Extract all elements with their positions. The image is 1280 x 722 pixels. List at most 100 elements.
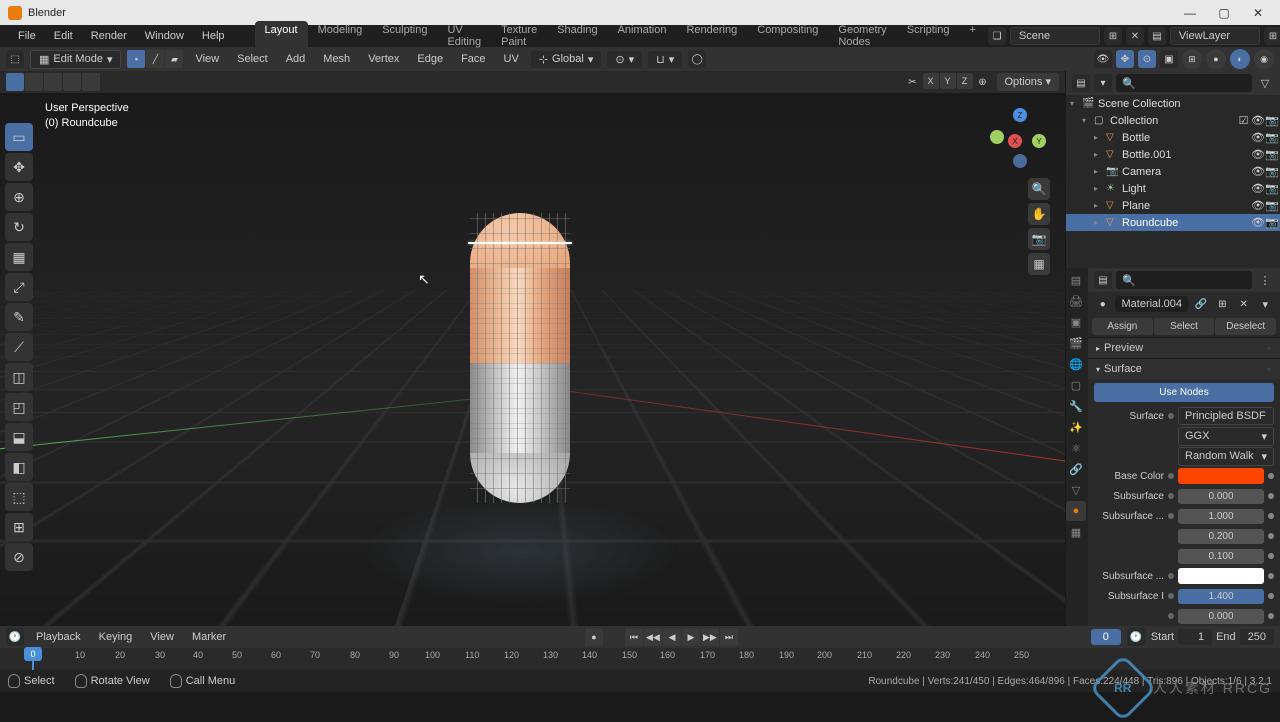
- ptab-texture[interactable]: ▦: [1066, 522, 1086, 542]
- gizmo-neg-z[interactable]: [1013, 154, 1027, 168]
- ws-tab-sculpting[interactable]: Sculpting: [372, 21, 437, 51]
- menu-edge[interactable]: Edge: [411, 51, 449, 67]
- mode-selector[interactable]: ▦ Edit Mode ▾: [30, 50, 121, 69]
- tool-spin[interactable]: ⊘: [5, 543, 33, 571]
- browse-layer-icon[interactable]: ▤: [1148, 27, 1166, 45]
- pivot-dropdown[interactable]: ⊙▾: [607, 51, 642, 68]
- sel-mode-3[interactable]: [44, 73, 62, 91]
- tool-annotate[interactable]: ✎: [5, 303, 33, 331]
- nav-gizmo[interactable]: Z X Y: [990, 108, 1050, 168]
- new-scene-button[interactable]: ⊞: [1104, 27, 1122, 45]
- axis-z-toggle[interactable]: Z: [957, 73, 973, 89]
- ptab-viewlayer[interactable]: ▣: [1066, 312, 1086, 332]
- browse-material-icon[interactable]: ●: [1094, 295, 1111, 313]
- ws-tab-uvediting[interactable]: UV Editing: [437, 21, 491, 51]
- gizmo-toggle[interactable]: ✥: [1116, 50, 1134, 68]
- menu-uv[interactable]: UV: [498, 51, 525, 67]
- keyframe-dot-icon[interactable]: [1268, 513, 1274, 519]
- outliner-item-bottle[interactable]: ▸▽Bottle👁📷: [1066, 129, 1280, 146]
- eye-icon[interactable]: 👁: [1251, 182, 1264, 195]
- preview-panel-header[interactable]: ▸Preview⠿: [1088, 338, 1280, 358]
- render-icon[interactable]: 📷: [1265, 131, 1278, 144]
- xray-toggle[interactable]: ▣: [1160, 50, 1178, 68]
- ptab-world[interactable]: 🌐: [1066, 354, 1086, 374]
- mesh-visibility-icon[interactable]: 👁: [1094, 50, 1112, 68]
- scene-name-field[interactable]: Scene: [1010, 27, 1100, 45]
- ptab-object[interactable]: ▢: [1066, 375, 1086, 395]
- menu-file[interactable]: File: [10, 28, 44, 44]
- nav-zoom-icon[interactable]: 🔍: [1028, 178, 1050, 200]
- use-nodes-button[interactable]: Use Nodes: [1094, 383, 1274, 402]
- eye-icon[interactable]: 👁: [1251, 131, 1264, 144]
- surface-shader-dropdown[interactable]: Principled BSDF: [1178, 407, 1274, 425]
- next-key-button[interactable]: ▶▶: [701, 628, 719, 646]
- eye-icon[interactable]: 👁: [1251, 148, 1264, 161]
- tool-bevel[interactable]: ⬓: [5, 423, 33, 451]
- timeline-type-icon[interactable]: 🕐: [6, 628, 24, 646]
- extra-value[interactable]: 0.000: [1178, 609, 1264, 624]
- render-icon[interactable]: 📷: [1265, 216, 1278, 229]
- end-frame-field[interactable]: 250: [1240, 629, 1274, 645]
- nav-pan-icon[interactable]: ✋: [1028, 203, 1050, 225]
- menu-render[interactable]: Render: [83, 28, 135, 44]
- nav-persp-icon[interactable]: ▦: [1028, 253, 1050, 275]
- tool-measure[interactable]: ⟋: [5, 333, 33, 361]
- tool-knife[interactable]: ⬚: [5, 483, 33, 511]
- assign-button[interactable]: Assign: [1092, 318, 1153, 335]
- axis-y-toggle[interactable]: Y: [940, 73, 956, 89]
- keyframe-dot-icon[interactable]: [1268, 573, 1274, 579]
- unlink-material-button[interactable]: ✕: [1235, 295, 1252, 313]
- keying-menu[interactable]: Keying: [93, 629, 139, 645]
- new-material-button[interactable]: ⊞: [1214, 295, 1231, 313]
- playhead[interactable]: 0: [32, 648, 34, 670]
- shading-matprev[interactable]: ◐: [1230, 49, 1250, 69]
- subsurf-ior-value[interactable]: 1.400: [1178, 589, 1264, 604]
- axis-x-toggle[interactable]: X: [923, 73, 939, 89]
- timeline-ruler[interactable]: 1020304050607080901001101201301401501601…: [0, 648, 1280, 670]
- edge-select-mode[interactable]: ╱: [146, 50, 164, 68]
- autokey-toggle[interactable]: ●: [585, 628, 603, 646]
- play-button[interactable]: ▶: [682, 628, 700, 646]
- ws-tab-layout[interactable]: Layout: [255, 21, 308, 51]
- vertex-select-mode[interactable]: ▪: [127, 50, 145, 68]
- render-icon[interactable]: 📷: [1265, 165, 1278, 178]
- node-socket-icon[interactable]: [1168, 613, 1174, 619]
- ptab-physics[interactable]: ⚛: [1066, 438, 1086, 458]
- render-icon[interactable]: 📷: [1265, 199, 1278, 212]
- ws-tab-add[interactable]: +: [959, 21, 985, 51]
- browse-scene-icon[interactable]: ❏: [988, 27, 1006, 45]
- snap-dropdown[interactable]: ⊔▾: [648, 51, 682, 68]
- outliner-search-input[interactable]: 🔍: [1116, 74, 1252, 92]
- keyframe-dot-icon[interactable]: [1268, 553, 1274, 559]
- mirror-icon[interactable]: ✂: [904, 73, 922, 91]
- subsurf-color-swatch[interactable]: [1178, 568, 1264, 584]
- ptab-scene[interactable]: 🎬: [1066, 333, 1086, 353]
- shading-rendered[interactable]: ◉: [1254, 49, 1274, 69]
- prev-key-button[interactable]: ◀◀: [644, 628, 662, 646]
- roundcube-mesh[interactable]: [470, 213, 570, 503]
- gizmo-x[interactable]: X: [1008, 134, 1022, 148]
- base-color-swatch[interactable]: [1178, 468, 1264, 484]
- ptab-output[interactable]: 🖨: [1066, 291, 1086, 311]
- ws-tab-modeling[interactable]: Modeling: [308, 21, 373, 51]
- orientation-dropdown[interactable]: ⊹Global▾: [531, 51, 602, 68]
- render-icon[interactable]: 📷: [1265, 182, 1278, 195]
- eye-icon[interactable]: 👁: [1251, 114, 1264, 127]
- preview-range-icon[interactable]: 🕐: [1127, 628, 1145, 646]
- render-icon[interactable]: 📷: [1265, 114, 1278, 127]
- shading-solid[interactable]: ●: [1206, 49, 1226, 69]
- marker-menu[interactable]: Marker: [186, 629, 232, 645]
- playback-menu[interactable]: Playback: [30, 629, 87, 645]
- ws-tab-geonodes[interactable]: Geometry Nodes: [828, 21, 896, 51]
- link-material-icon[interactable]: 🔗: [1192, 295, 1209, 313]
- shading-wireframe[interactable]: ⊞: [1182, 49, 1202, 69]
- sel-mode-2[interactable]: [25, 73, 43, 91]
- ws-tab-shading[interactable]: Shading: [547, 21, 607, 51]
- node-socket-icon[interactable]: [1168, 413, 1174, 419]
- close-button[interactable]: ✕: [1244, 4, 1272, 22]
- ptab-data[interactable]: ▽: [1066, 480, 1086, 500]
- ws-tab-compositing[interactable]: Compositing: [747, 21, 828, 51]
- select-button[interactable]: Select: [1154, 318, 1215, 335]
- tl-view-menu[interactable]: View: [144, 629, 180, 645]
- render-icon[interactable]: 📷: [1265, 148, 1278, 161]
